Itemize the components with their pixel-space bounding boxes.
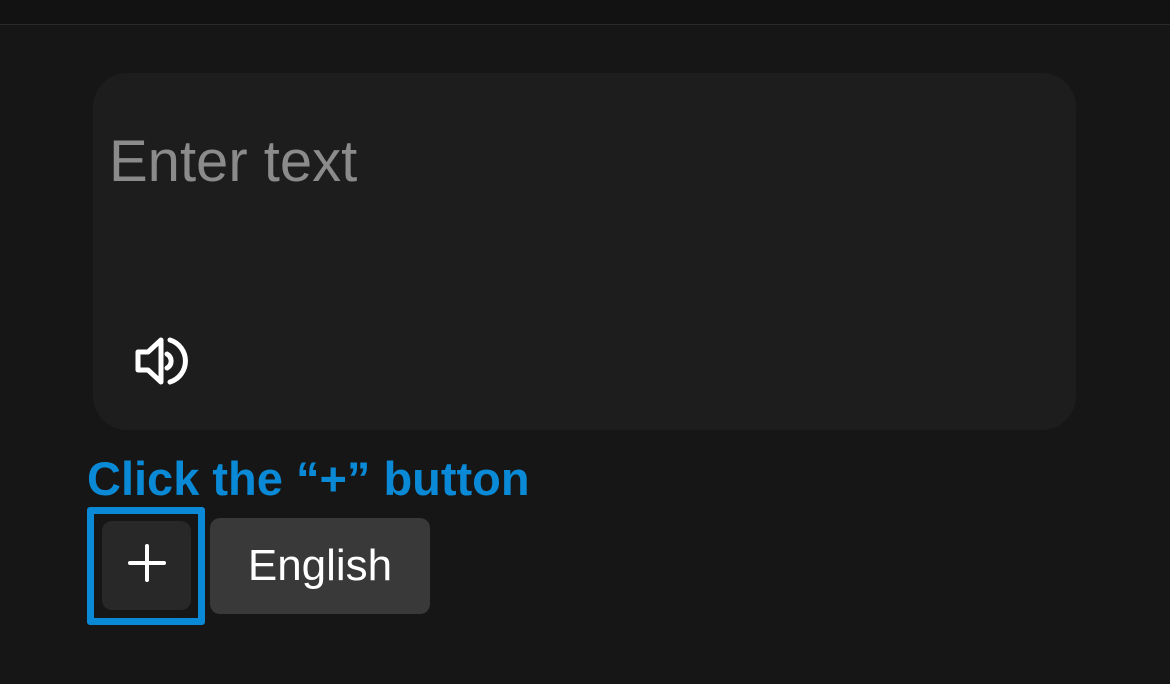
instruction-text: Click the “+” button <box>87 452 530 505</box>
language-button[interactable]: English <box>210 518 430 614</box>
plus-icon <box>127 543 167 588</box>
top-bar <box>0 0 1170 25</box>
speaker-icon <box>134 333 190 394</box>
add-button[interactable] <box>102 521 191 610</box>
text-input[interactable] <box>109 121 1009 201</box>
speaker-button[interactable] <box>133 335 191 391</box>
text-input-card <box>93 73 1076 430</box>
